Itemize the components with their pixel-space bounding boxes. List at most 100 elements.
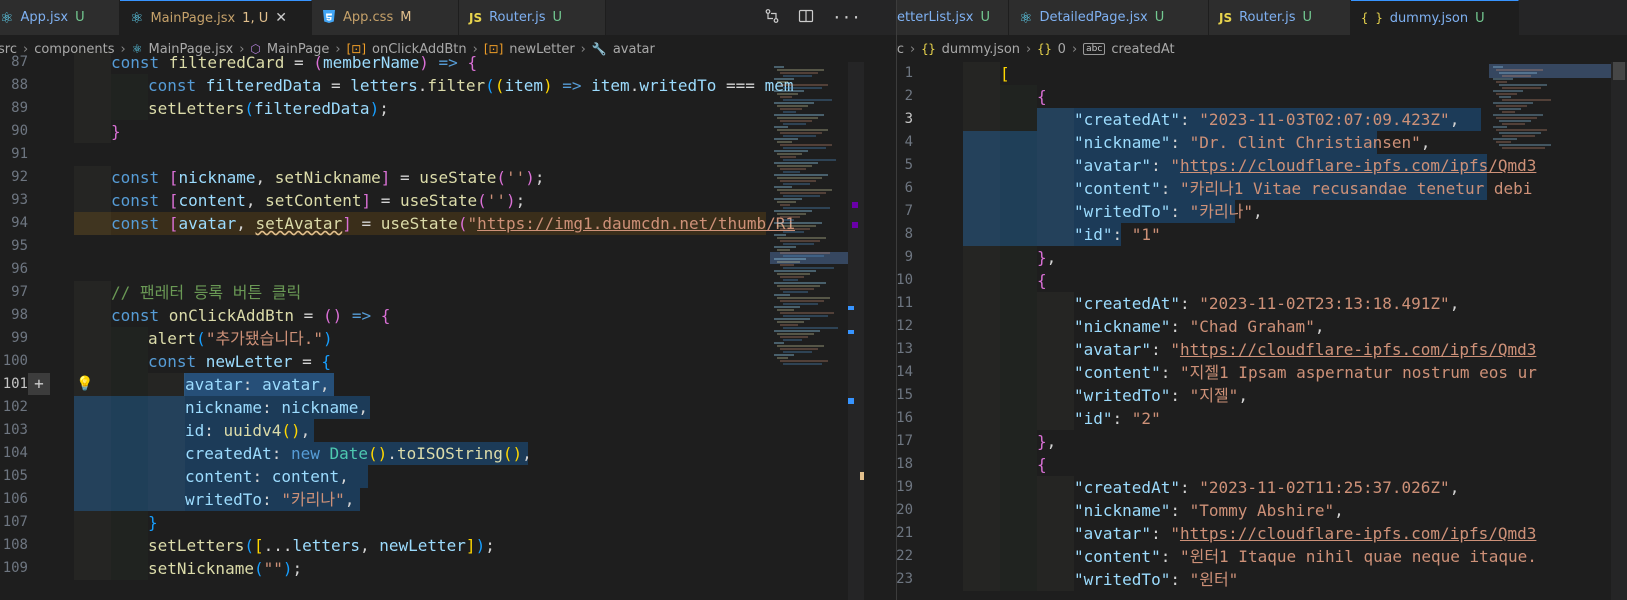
code-line[interactable]: 95 [0, 235, 896, 258]
code-token: "writedTo" [1074, 570, 1171, 589]
minimap-line [1502, 87, 1541, 89]
minimap-line [780, 156, 796, 158]
js-icon: JS [469, 10, 483, 25]
more-actions-icon[interactable]: ··· [832, 8, 861, 27]
code-token: ; [292, 559, 303, 578]
code-token: ) [525, 168, 535, 187]
code-token: ) [475, 536, 486, 555]
right-tab-bar: etterList.jsx U ⚛ DetailedPage.jsx U JS … [897, 0, 1627, 35]
code-line[interactable]: 101 avatar: avatar, [0, 373, 896, 396]
code-token: filteredCard [168, 53, 285, 72]
breadcrumb-item-src[interactable]: src [897, 42, 904, 57]
code-line[interactable]: 89 setLetters(filteredData); [0, 97, 896, 120]
code-token: memberName [322, 53, 420, 72]
code-editor[interactable]: 87 const filteredCard = (memberName) => {… [0, 53, 896, 600]
code-line[interactable]: 99 alert("추가됐습니다.") [0, 327, 896, 350]
vertical-scrollbar[interactable] [848, 62, 864, 600]
code-token: => [342, 306, 381, 325]
code-token: createdAt [185, 444, 272, 463]
minimap-line [777, 213, 806, 215]
split-editor-icon[interactable] [798, 8, 814, 28]
code-line[interactable]: 103 id: uuidv4(), [0, 419, 896, 442]
scrollbar-thumb[interactable] [1613, 62, 1625, 80]
indent-guide [111, 419, 148, 442]
code-token: ( [313, 53, 323, 72]
line-number: 4 [904, 134, 913, 150]
line-number: 109 [2, 560, 28, 576]
code-line[interactable]: 96 [0, 258, 896, 281]
chevron-right-icon: › [1071, 41, 1078, 57]
code-token: { [321, 352, 332, 371]
code-line[interactable]: 109 setNickname(""); [0, 557, 896, 580]
indent-guide [111, 557, 148, 580]
code-line[interactable]: 106 writedTo: "카리나", [0, 488, 896, 511]
minimap-line [774, 66, 784, 68]
code-line[interactable]: 108 setLetters([...letters, newLetter]); [0, 534, 896, 557]
tab-app-jsx[interactable]: ⚛ App.jsx U [0, 0, 120, 35]
add-line-button[interactable]: + [28, 373, 50, 395]
minimap[interactable] [1489, 62, 1611, 600]
compare-changes-icon[interactable] [764, 8, 780, 28]
line-number: 1 [904, 65, 913, 81]
code-token: filteredData [253, 99, 370, 118]
code-line[interactable]: 104 createdAt: new Date().toISOString(), [0, 442, 896, 465]
vertical-scrollbar[interactable] [1611, 62, 1627, 600]
tab-router-js[interactable]: JS Router.js U [459, 0, 606, 35]
tab-detailedpage-jsx[interactable]: ⚛ DetailedPage.jsx U [1009, 0, 1209, 35]
code-line[interactable]: 102 nickname: nickname, [0, 396, 896, 419]
tab-letterlist-jsx[interactable]: etterList.jsx U [897, 0, 1009, 35]
minimap-line [780, 264, 794, 266]
code-token: ; [485, 536, 495, 555]
code-line[interactable]: 98 const onClickAddBtn = () => { [0, 304, 896, 327]
minimap-line [777, 189, 832, 191]
code-line[interactable]: 93 const [content, setContent] = useState… [0, 189, 896, 212]
left-tab-bar: ⚛ App.jsx U ⚛ MainPage.jsx 1, U ✕ App.cs… [0, 0, 896, 35]
code-line[interactable]: 90} [0, 120, 896, 143]
line-number: 101 [2, 376, 28, 392]
code-token: : [242, 375, 263, 394]
code-line[interactable]: 87 const filteredCard = (memberName) => { [0, 51, 896, 74]
breadcrumb-item-key[interactable]: createdAt [1111, 42, 1174, 57]
code-line[interactable]: 92 const [nickname, setNickname] = useSta… [0, 166, 896, 189]
minimap-line [783, 207, 830, 209]
code-token: new [290, 444, 330, 463]
tab-mainpage-jsx[interactable]: ⚛ MainPage.jsx 1, U ✕ [120, 0, 312, 35]
tab-app-css[interactable]: App.css M [312, 0, 459, 35]
indent-guide [1037, 384, 1074, 407]
code-token: "content" [1074, 179, 1161, 198]
indent-guide [963, 407, 1000, 430]
code-token: , [1334, 501, 1344, 520]
code-line[interactable]: 97 // 팬레터 등록 버튼 클릭 [0, 281, 896, 304]
code-line[interactable]: 105 content: content, [0, 465, 896, 488]
code-token: "1" [1131, 225, 1161, 244]
code-line[interactable]: 94 const [avatar, setAvatar] = useState("… [0, 212, 896, 235]
code-token: () [281, 421, 301, 440]
minimap-line [783, 243, 814, 245]
tab-dummy-json[interactable]: { } dummy.json U [1351, 0, 1519, 35]
minimap-line [777, 309, 794, 311]
minimap-line [1502, 99, 1551, 101]
code-token: https://cloudflare-ipfs.com/ipfs/Qmd3 [1179, 524, 1537, 543]
minimap[interactable] [770, 62, 848, 600]
close-icon[interactable]: ✕ [275, 10, 287, 26]
minimap-line [777, 321, 804, 323]
minimap-line [780, 84, 828, 86]
indent-guide [111, 373, 148, 396]
code-line[interactable]: 107} [0, 511, 896, 534]
code-line[interactable]: 100 const newLetter = { [0, 350, 896, 373]
minimap-line [780, 360, 828, 362]
code-line[interactable]: 91 [0, 143, 896, 166]
code-token: : [1160, 363, 1180, 382]
minimap-line [780, 120, 812, 122]
code-line[interactable]: 88 const filteredData = letters.filter((i… [0, 74, 896, 97]
lightbulb-icon[interactable]: 💡 [76, 373, 93, 396]
scroll-marker [848, 330, 854, 334]
breadcrumb-item-index[interactable]: 0 [1058, 42, 1066, 57]
minimap-line [774, 234, 786, 236]
code-token: const [111, 306, 169, 325]
line-number: 89 [11, 100, 28, 116]
tab-router-js[interactable]: JS Router.js U [1209, 0, 1351, 35]
minimap-line [780, 288, 814, 290]
code-token: . [417, 76, 428, 95]
breadcrumb-item-file[interactable]: dummy.json [942, 42, 1020, 57]
